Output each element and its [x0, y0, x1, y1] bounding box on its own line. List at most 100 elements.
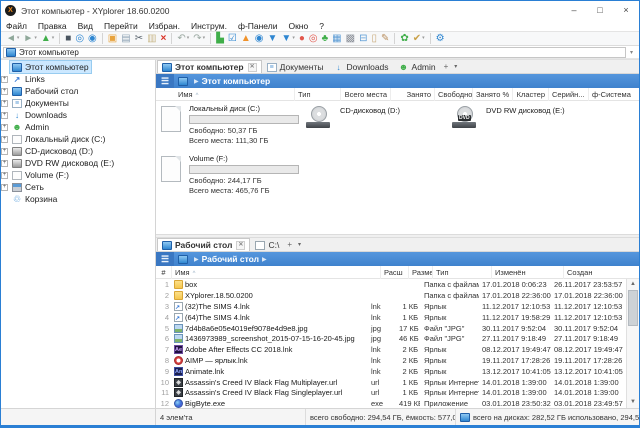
tab[interactable]: Рабочий стол ✕ [157, 238, 250, 251]
file-row[interactable]: 5 7d4b8a6e05e4019ef9078e4d9e8.jpg jpg 17… [156, 323, 626, 334]
hotlist-icon[interactable]: ◎ [74, 32, 85, 45]
tree-item[interactable]: + Downloads [1, 109, 155, 121]
scripts-icon[interactable]: ✿ [399, 32, 409, 45]
file-row[interactable]: 11 Assassin's Creed IV Black Flag Single… [156, 387, 626, 398]
menu-item[interactable]: Окно [288, 21, 308, 31]
up-icon[interactable]: ▲ ▾ [40, 32, 55, 45]
column-header-used-pct[interactable]: Занято % [473, 88, 513, 101]
delete-icon[interactable]: × [160, 32, 168, 45]
tree-item[interactable]: + Сеть [1, 181, 155, 193]
tab-close-icon[interactable]: ✕ [248, 63, 257, 72]
column-header-created[interactable]: Создан [564, 266, 639, 279]
breadcrumb-segment[interactable]: Рабочий стол [202, 254, 259, 264]
dropdown-arrow-icon[interactable]: ▾ [203, 32, 206, 45]
target-icon[interactable]: ◎ [308, 32, 319, 45]
preview-pane-icon[interactable]: ▯ [370, 32, 378, 45]
expand-icon[interactable]: + [1, 88, 8, 95]
tree-toggle-icon[interactable]: ▙ [215, 32, 225, 45]
expand-icon[interactable]: + [1, 160, 8, 167]
column-header-name[interactable]: Имя^ [172, 266, 381, 279]
tree-path-icon[interactable]: ♣ [321, 32, 330, 45]
column-header-total[interactable]: Всего места [341, 88, 391, 101]
expand-icon[interactable]: + [1, 124, 8, 131]
dropdown-arrow-icon[interactable]: ▾ [187, 32, 190, 45]
dropdown-arrow-icon[interactable]: ▾ [17, 32, 20, 45]
tree-item[interactable]: Корзина [1, 193, 155, 205]
new-tab-button[interactable]: + [284, 240, 295, 249]
dropdown-arrow-icon[interactable]: ▾ [34, 32, 37, 45]
column-header-ext[interactable]: Расш [381, 266, 409, 279]
expand-icon[interactable]: + [1, 112, 8, 119]
expand-icon[interactable]: + [1, 148, 8, 155]
expand-icon[interactable]: + [1, 100, 8, 107]
address-dropdown-icon[interactable]: ▾ [626, 49, 637, 56]
column-header-type[interactable]: Тип [433, 266, 492, 279]
undo-icon[interactable]: ↶ ▾ [176, 32, 190, 45]
expand-icon[interactable]: + [1, 136, 8, 143]
forward-icon[interactable]: ► ▾ [22, 32, 37, 45]
menu-icon[interactable]: ☰ [156, 252, 174, 266]
cleanup-icon[interactable]: ✔ ▾ [412, 32, 426, 45]
vertical-scrollbar[interactable]: ▲ ▼ [626, 279, 639, 408]
tree-item[interactable]: + DVD RW дисковод (E:) [1, 157, 155, 169]
details-view-icon[interactable]: ▩ [345, 32, 356, 45]
expand-icon[interactable] [1, 64, 8, 71]
tab-close-icon[interactable]: ✕ [236, 241, 245, 250]
column-header-filesystem[interactable]: ф-Система [589, 88, 639, 101]
column-header-used[interactable]: Занято [391, 88, 435, 101]
menu-item[interactable]: ? [319, 21, 324, 31]
menu-item[interactable]: Инструм. [191, 21, 227, 31]
file-row[interactable]: 12 BigByte.exe exe 419 КБ Приложение 03.… [156, 398, 626, 408]
breadcrumb-segment[interactable]: Этот компьютер [202, 76, 271, 86]
cut-icon[interactable]: ✂ [134, 32, 144, 45]
settings-gear-icon[interactable]: ⚙ [435, 32, 446, 45]
menu-item[interactable]: Файл [6, 21, 27, 31]
maximize-button[interactable]: □ [587, 1, 613, 20]
menu-item[interactable]: Правка [38, 21, 67, 31]
scroll-down-icon[interactable]: ▼ [627, 397, 639, 408]
column-header-number[interactable]: # [156, 266, 172, 279]
filter-menu-icon[interactable]: ▼ ▾ [280, 32, 295, 45]
expand-icon[interactable]: + [1, 172, 8, 179]
wand-icon[interactable]: ✎ [380, 32, 390, 45]
dropdown-arrow-icon[interactable]: ▾ [292, 32, 295, 45]
back-icon[interactable]: ◄ ▾ [5, 32, 20, 45]
file-row[interactable]: 2 XYplorer.18.50.0200 Папка с файлами 17… [156, 290, 626, 301]
computer-view-icon[interactable]: ■ [64, 32, 72, 45]
tab[interactable]: Этот компьютер ✕ [157, 60, 262, 73]
tree-item[interactable]: + CD-дисковод (D:) [1, 145, 155, 157]
column-header-cluster[interactable]: Кластер [513, 88, 549, 101]
scrollbar-thumb[interactable] [628, 290, 638, 326]
tab[interactable]: Документы [262, 60, 329, 73]
tree-item[interactable]: + Рабочий стол [1, 85, 155, 97]
menu-item[interactable]: Избран. [149, 21, 180, 31]
file-row[interactable]: 7 Adobe After Effects CC 2018.lnk lnk 2 … [156, 344, 626, 355]
tree-item[interactable]: + Volume (F:) [1, 169, 155, 181]
tree-item[interactable]: + Links [1, 73, 155, 85]
zoom-icon[interactable]: ◉ [87, 32, 98, 45]
drive-tile[interactable]: CD-дисковод (D:) [306, 106, 400, 128]
menu-item[interactable]: ф-Панели [238, 21, 278, 31]
search-icon[interactable]: ◉ [254, 32, 265, 45]
pie-stats-icon[interactable]: ● [298, 32, 306, 45]
expand-icon[interactable]: + [1, 184, 8, 191]
close-button[interactable]: × [613, 1, 639, 20]
file-row[interactable]: 4 (64)The SIMS 4.lnk lnk 1 КБ Ярлык 11.1… [156, 312, 626, 323]
new-tab-button[interactable]: + [441, 62, 452, 71]
column-header-modified[interactable]: Изменён [492, 266, 564, 279]
highlight-icon[interactable]: ▲ [240, 32, 252, 45]
tree-item[interactable]: + Документы [1, 97, 155, 109]
tab[interactable]: C:\ [250, 238, 284, 251]
column-header-size[interactable]: Размер [409, 266, 433, 279]
tab[interactable]: Downloads [328, 60, 393, 73]
file-row[interactable]: 3 (32)The SIMS 4.lnk lnk 1 КБ Ярлык 11.1… [156, 301, 626, 312]
file-row[interactable]: 10 Assassin's Creed IV Black Flag Multip… [156, 377, 626, 388]
expand-icon[interactable] [1, 196, 8, 203]
tiles-view-icon[interactable]: ▦ [331, 32, 342, 45]
file-row[interactable]: 6 1436973989_screenshot_2015-07-15-16-20… [156, 333, 626, 344]
tab[interactable]: Admin [394, 60, 441, 73]
menu-icon[interactable]: ☰ [156, 74, 174, 88]
menu-item[interactable]: Вид [78, 21, 93, 31]
file-row[interactable]: 1 box Папка с файлами 17.01.2018 0:06:23… [156, 279, 626, 290]
address-input[interactable]: Этот компьютер [3, 47, 626, 58]
